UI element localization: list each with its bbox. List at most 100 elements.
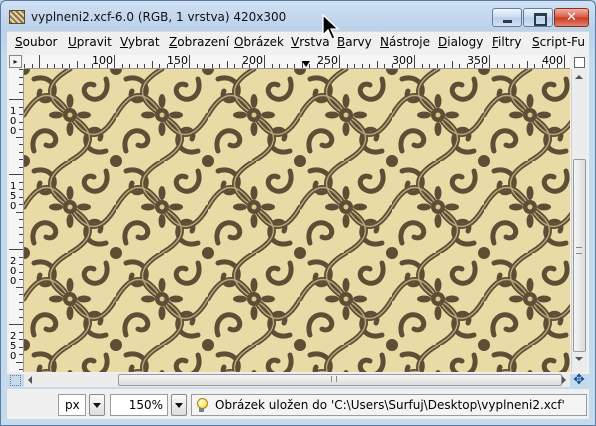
minimize-button[interactable] (492, 8, 522, 27)
ruler-tick (414, 55, 415, 68)
image-thumbnail-icon[interactable] (9, 10, 25, 24)
damask-pattern (24, 69, 570, 372)
ruler-tick (151, 61, 153, 68)
ruler-tick (534, 64, 535, 68)
ruler-label: 400 (542, 55, 563, 67)
menu-zobrazeni[interactable]: Zobrazení (169, 35, 229, 49)
pointer-position-marker (302, 61, 310, 67)
window-title: vyplneni2.xcf-6.0 (RGB, 1 vrstva) 420x30… (31, 10, 287, 24)
ruler-label: 300 (392, 55, 413, 67)
ruler-tick (279, 64, 280, 68)
vertical-ruler[interactable]: 100 150 200 250 (9, 69, 24, 372)
ruler-tick (496, 64, 498, 68)
ruler-tick (19, 226, 23, 228)
ruler-label: 250 (317, 55, 338, 67)
ruler-label: 150 (10, 181, 17, 212)
zoom-input[interactable]: 150% (110, 394, 168, 416)
ruler-tick (19, 241, 23, 243)
vertical-scrollbar[interactable] (571, 69, 587, 372)
ruler-tick (384, 64, 385, 68)
zoom-fit-icon[interactable] (571, 55, 587, 69)
ruler-tick (54, 64, 55, 68)
ruler-tick (19, 219, 23, 220)
ruler-tick (511, 64, 513, 68)
ruler-tick (339, 55, 340, 68)
status-message-text: Obrázek uložen do 'C:\Users\Surfuj\Deskt… (215, 398, 565, 412)
ruler-tick (271, 64, 273, 68)
ruler-tick (136, 64, 138, 68)
menu-upravit[interactable]: Upravit (68, 35, 112, 49)
title-bar[interactable]: vyplneni2.xcf-6.0 (RGB, 1 vrstva) 420x30… (1, 1, 595, 32)
ruler-tick (459, 64, 460, 68)
ruler-tick (76, 61, 78, 68)
ruler-tick (114, 55, 115, 68)
ruler-tick (451, 61, 453, 68)
vertical-scroll-thumb[interactable] (573, 159, 586, 352)
menubar: Soubor Upravit Vybrat Zobrazení Obrázek … (7, 31, 589, 52)
ruler-tick (421, 64, 423, 68)
ruler-label: 100 (10, 106, 17, 137)
grip-icon (331, 376, 337, 382)
ruler-tick (564, 55, 565, 68)
ruler-label: 200 (10, 256, 17, 287)
menu-dialogy[interactable]: Dialogy (438, 35, 483, 49)
ruler-tick (504, 64, 505, 68)
ruler-tick (294, 64, 295, 68)
ruler-tick (24, 64, 25, 68)
menu-obrazek[interactable]: Obrázek (234, 35, 284, 49)
ruler-tick (19, 369, 23, 370)
ruler-tick (9, 249, 23, 250)
unit-dropdown-button[interactable] (89, 394, 105, 416)
ruler-tick (526, 61, 528, 68)
unit-select[interactable]: px (58, 394, 86, 416)
scroll-left-arrow-icon[interactable] (28, 376, 32, 384)
menu-script-fu[interactable]: Script-Fu (532, 35, 585, 49)
ruler-tick (9, 174, 23, 175)
ruler-tick (436, 64, 438, 68)
navigate-icon[interactable]: ✥ (572, 373, 586, 387)
ruler-tick (19, 159, 23, 160)
scroll-down-arrow-icon[interactable] (575, 357, 583, 361)
menu-nastroje[interactable]: Nástroje (380, 35, 430, 49)
ruler-tick (19, 301, 23, 303)
ruler-tick (369, 64, 370, 68)
ruler-tick (444, 64, 445, 68)
ruler-tick (204, 64, 205, 68)
status-message: Obrázek uložen do 'C:\Users\Surfuj\Deskt… (191, 394, 587, 416)
menu-filtry[interactable]: Filtry (492, 35, 521, 49)
ruler-tick (46, 64, 48, 68)
lightbulb-icon (197, 398, 208, 412)
ruler-label: 150 (167, 55, 188, 67)
close-icon: ✕ (566, 10, 577, 25)
image-menu-button[interactable]: ▸ (9, 55, 22, 68)
ruler-tick (19, 316, 23, 318)
ruler-tick (19, 166, 23, 168)
ruler-tick (211, 64, 213, 68)
ruler-tick (19, 84, 23, 85)
horizontal-scroll-thumb[interactable] (118, 374, 562, 386)
menu-soubor[interactable]: Soubor (15, 35, 57, 49)
close-button[interactable]: ✕ (554, 8, 589, 27)
ruler-tick (361, 64, 363, 68)
ruler-tick (84, 64, 85, 68)
scroll-right-arrow-icon[interactable] (562, 376, 566, 384)
ruler-tick (264, 55, 265, 68)
scroll-up-arrow-icon[interactable] (575, 75, 583, 79)
ruler-tick (144, 64, 145, 68)
ruler-tick (61, 64, 63, 68)
ruler-label: 100 (92, 55, 113, 67)
zoom-dropdown-button[interactable] (171, 394, 187, 416)
maximize-button[interactable] (523, 8, 553, 27)
ruler-tick (9, 99, 23, 100)
ruler-tick (354, 64, 355, 68)
horizontal-ruler[interactable]: 100 150 200 250 300 350 400 (24, 55, 570, 69)
menu-barvy[interactable]: Barvy (337, 35, 372, 49)
quickmask-icon[interactable] (10, 375, 21, 386)
grip-icon (576, 247, 582, 254)
ruler-tick (19, 69, 23, 70)
ruler-label: 250 (10, 331, 17, 362)
horizontal-scrollbar[interactable] (24, 373, 570, 387)
menu-vybrat[interactable]: Vybrat (120, 35, 160, 49)
image-canvas[interactable] (24, 69, 570, 372)
ruler-tick (219, 64, 220, 68)
